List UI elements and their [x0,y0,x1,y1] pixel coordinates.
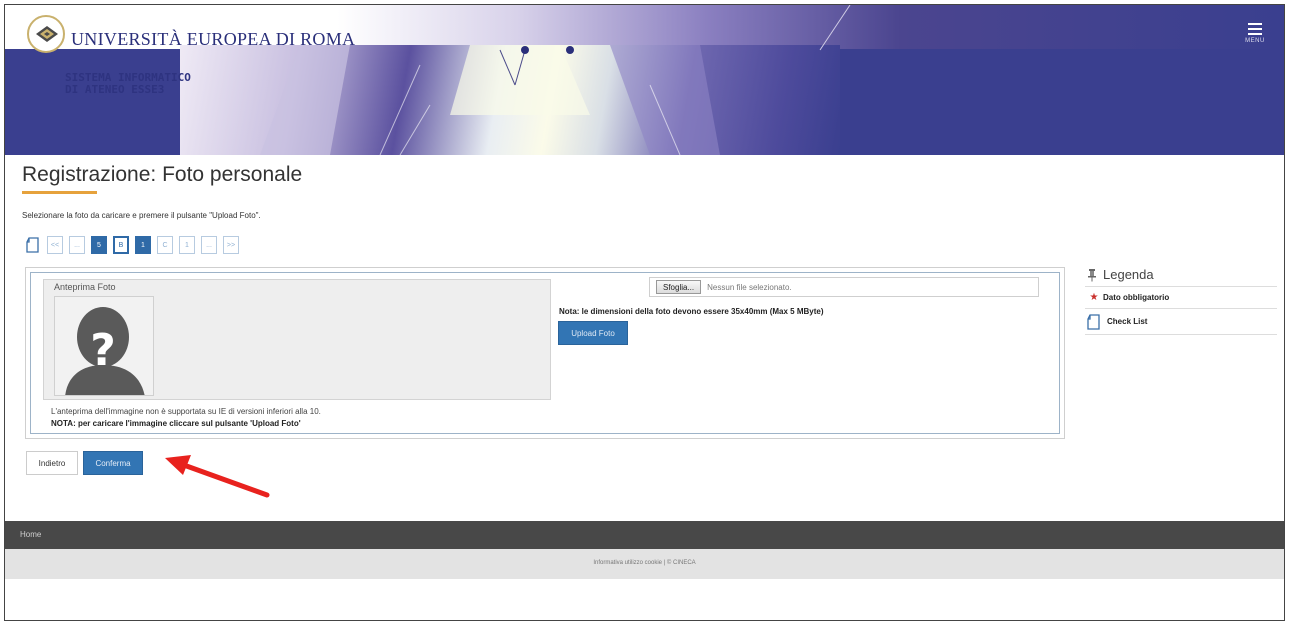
system-title-line-2: DI ATENEO ESSE3 [65,83,165,96]
site-header: UNIVERSITÀ EUROPEA DI ROMA SISTEMA INFOR… [5,5,1284,155]
photo-upload-panel: Anteprima Foto ? L'anteprima dell'immagi… [25,267,1065,439]
back-button[interactable]: Indietro [26,451,78,475]
page-instruction: Selezionare la foto da caricare e premer… [22,211,261,220]
header-photo-decoration [260,5,851,155]
upload-photo-button[interactable]: Upload Foto [558,321,628,345]
wizard-step-ellipsis-left[interactable]: ... [69,236,85,254]
footer-bar: Informativa utilizzo cookie | © CINECA [5,549,1284,579]
svg-text:?: ? [90,325,116,376]
menu-button[interactable]: MENU [1241,21,1269,51]
preview-ie-note: L'anteprima dell'immagine non è supporta… [51,407,321,416]
legend-required-label: Dato obbligatorio [1103,293,1170,302]
preview-upload-note: NOTA: per caricare l'immagine cliccare s… [51,419,301,428]
legend-panel: Legenda ★ Dato obbligatorio Check List [1085,263,1277,335]
checklist-icon[interactable] [25,236,41,254]
wizard-step-b-current[interactable]: B [113,236,129,254]
page-title: Registrazione: Foto personale [22,163,303,186]
required-star-icon: ★ [1089,292,1099,303]
wizard-step-1-next[interactable]: 1 [179,236,195,254]
system-title: SISTEMA INFORMATICO DI ATENEO ESSE3 [65,72,191,96]
wizard-step-first[interactable]: << [47,236,63,254]
university-name[interactable]: UNIVERSITÀ EUROPEA DI ROMA [71,29,355,50]
unknown-person-icon: ? [55,297,153,395]
wizard-step-1[interactable]: 1 [135,236,151,254]
browse-button[interactable]: Sfoglia... [656,280,702,294]
photo-preview-box: Anteprima Foto ? [43,279,551,400]
confirm-button[interactable]: Conferma [83,451,143,475]
red-arrow-annotation [165,455,270,498]
browser-frame: UNIVERSITÀ EUROPEA DI ROMA SISTEMA INFOR… [4,4,1285,621]
menu-label: MENU [1245,38,1265,44]
footer-info-links[interactable]: Informativa utilizzo cookie | © CINECA [5,560,1284,566]
legend-checklist: Check List [1085,309,1277,335]
photo-placeholder: ? [54,296,154,396]
wizard-step-5[interactable]: 5 [91,236,107,254]
hamburger-icon [1248,23,1262,25]
legend-checklist-label: Check List [1107,317,1148,326]
wizard-step-c[interactable]: C [157,236,173,254]
pin-icon [1088,268,1096,281]
title-underline [22,191,97,194]
legend-required: ★ Dato obbligatorio [1085,287,1277,309]
photo-size-note: Nota: le dimensioni della foto devono es… [559,307,824,316]
university-seal-icon[interactable] [27,15,65,53]
footer-navigation: Home [5,521,1284,549]
wizard-step-last[interactable]: >> [223,236,239,254]
checklist-legend-icon [1087,313,1100,330]
footer-home-link[interactable]: Home [20,530,41,539]
photo-preview-label: Anteprima Foto [54,282,116,292]
photo-upload-form: Anteprima Foto ? L'anteprima dell'immagi… [30,272,1060,434]
file-status-text: Nessun file selezionato. [707,282,792,292]
legend-title: Legenda [1103,267,1154,282]
photo-file-input[interactable]: Sfoglia... Nessun file selezionato. [649,277,1039,297]
wizard-step-ellipsis-right[interactable]: ... [201,236,217,254]
legend-header: Legenda [1085,263,1277,287]
wizard-steps: << ... 5 B 1 C 1 ... >> [25,235,239,255]
